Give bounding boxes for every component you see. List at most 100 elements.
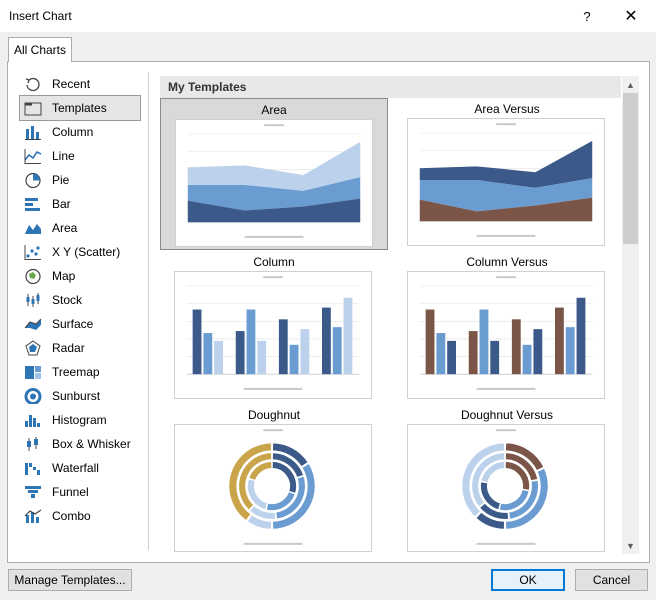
thumb-legend-placeholder <box>476 542 536 545</box>
sidebar-item-label: Map <box>52 269 76 283</box>
sidebar-item-recent[interactable]: Recent <box>20 72 140 96</box>
thumb-title-placeholder <box>263 429 283 432</box>
sidebar-item-map[interactable]: Map <box>20 264 140 288</box>
thumb-column-bar <box>479 309 489 375</box>
tab-label: All Charts <box>13 43 66 57</box>
line-icon <box>24 148 42 164</box>
thumb-column-bar <box>235 331 245 375</box>
thumb-column-bar <box>214 340 224 375</box>
sidebar-item-label: Box & Whisker <box>52 437 131 451</box>
sidebar-item-combo[interactable]: Combo <box>20 504 140 528</box>
sidebar-item-templates[interactable]: Templates <box>19 95 141 121</box>
template-name: Doughnut Versus <box>460 408 554 422</box>
sidebar-item-histogram[interactable]: Histogram <box>20 408 140 432</box>
template-tile-area[interactable]: Area <box>160 98 388 250</box>
thumb-column-bar <box>332 327 342 375</box>
section-header: My Templates <box>160 76 621 98</box>
template-tile-column-versus[interactable]: Column Versus <box>393 251 621 403</box>
thumb-column-bar <box>289 344 299 375</box>
thumb-column-bar <box>447 340 457 375</box>
thumb-column-bar <box>278 319 288 375</box>
sidebar-item-label: Area <box>52 221 78 235</box>
thumb-legend-placeholder <box>244 235 304 238</box>
stock-icon <box>24 292 42 308</box>
thumb-column-bar <box>522 344 532 375</box>
thumb-title-placeholder <box>496 429 516 432</box>
template-thumbnail <box>407 118 605 246</box>
sidebar-item-label: Recent <box>52 77 91 91</box>
template-thumbnail <box>174 271 372 399</box>
sidebar-item-stock[interactable]: Stock <box>20 288 140 312</box>
thumb-legend-placeholder <box>243 387 303 390</box>
template-tile-column[interactable]: Column <box>160 251 388 403</box>
sidebar-item-sunburst[interactable]: Sunburst <box>20 384 140 408</box>
sidebar-item-label: Stock <box>52 293 83 307</box>
close-icon: ✕ <box>624 8 638 25</box>
sidebar-item-scatter[interactable]: X Y (Scatter) <box>20 240 140 264</box>
thumb-title-placeholder <box>264 124 284 127</box>
template-tile-doughnut-versus[interactable]: Doughnut Versus <box>393 404 621 552</box>
template-name: Area <box>261 103 287 117</box>
scroll-thumb[interactable] <box>623 93 638 244</box>
chart-type-list: Recent Templates Column Line Pie Bar Area X Y (… <box>19 72 141 528</box>
thumb-title-placeholder <box>496 123 516 126</box>
sidebar-item-label: Column <box>52 125 94 139</box>
gallery-scrollbar[interactable]: ▲ ▼ <box>622 76 639 554</box>
sidebar-item-box-whisker[interactable]: Box & Whisker <box>20 432 140 456</box>
column-icon <box>24 124 42 140</box>
thumb-column-bar <box>257 340 267 375</box>
sunburst-icon <box>24 388 42 404</box>
sidebar-item-pie[interactable]: Pie <box>20 168 140 192</box>
close-button[interactable]: ✕ <box>609 0 653 32</box>
sidebar-item-column[interactable]: Column <box>20 120 140 144</box>
area-icon <box>24 220 42 236</box>
sidebar-item-waterfall[interactable]: Waterfall <box>20 456 140 480</box>
sidebar-item-bar[interactable]: Bar <box>20 192 140 216</box>
thumb-legend-placeholder <box>476 387 536 390</box>
sidebar-item-label: X Y (Scatter) <box>52 245 121 259</box>
tab-all-charts[interactable]: All Charts <box>8 37 72 62</box>
help-button[interactable]: ? <box>565 0 609 32</box>
scroll-down-arrow[interactable]: ▼ <box>622 537 639 554</box>
sidebar-item-label: Bar <box>52 197 71 211</box>
sidebar-item-treemap[interactable]: Treemap <box>20 360 140 384</box>
sidebar-item-label: Radar <box>52 341 85 355</box>
recent-icon <box>24 76 42 92</box>
thumb-column-bar <box>576 297 586 375</box>
thumb-column-bar <box>490 340 500 375</box>
sidebar-item-surface[interactable]: Surface <box>20 312 140 336</box>
sidebar-item-label: Surface <box>52 317 94 331</box>
sidebar-item-label: Line <box>52 149 75 163</box>
template-name: Area Versus <box>474 102 540 116</box>
sidebar-item-funnel[interactable]: Funnel <box>20 480 140 504</box>
scroll-up-arrow[interactable]: ▲ <box>622 76 639 93</box>
ok-button[interactable]: OK <box>491 569 565 591</box>
sidebar-item-area[interactable]: Area <box>20 216 140 240</box>
template-tile-doughnut[interactable]: Doughnut <box>160 404 388 552</box>
waterfall-icon <box>24 460 42 476</box>
sidebar-item-label: Waterfall <box>52 461 99 475</box>
sidebar-item-radar[interactable]: Radar <box>20 336 140 360</box>
sidebar-item-line[interactable]: Line <box>20 144 140 168</box>
thumb-legend-placeholder <box>476 234 536 237</box>
thumb-column-bar <box>425 309 435 375</box>
thumb-column-bar <box>192 309 202 375</box>
treemap-icon <box>24 364 42 380</box>
window-title: Insert Chart <box>9 9 72 23</box>
thumb-title-placeholder <box>496 276 516 279</box>
thumb-column-bar <box>246 309 256 375</box>
radar-icon <box>24 340 42 356</box>
tab-strip: All Charts <box>0 32 656 62</box>
thumb-column-bar <box>565 327 575 375</box>
template-tile-area-versus[interactable]: Area Versus <box>393 98 621 250</box>
surface-icon <box>24 316 42 332</box>
manage-templates-button[interactable]: Manage Templates... <box>8 569 132 591</box>
tab-panel: Recent Templates Column Line Pie Bar Area X Y (… <box>7 61 650 563</box>
thumb-column-bar <box>468 331 478 375</box>
sidebar-item-label: Pie <box>52 173 70 187</box>
help-icon: ? <box>583 8 591 24</box>
thumb-column-bar <box>322 307 331 375</box>
funnel-icon <box>24 484 42 500</box>
template-name: Doughnut <box>247 408 301 422</box>
cancel-button[interactable]: Cancel <box>575 569 648 591</box>
